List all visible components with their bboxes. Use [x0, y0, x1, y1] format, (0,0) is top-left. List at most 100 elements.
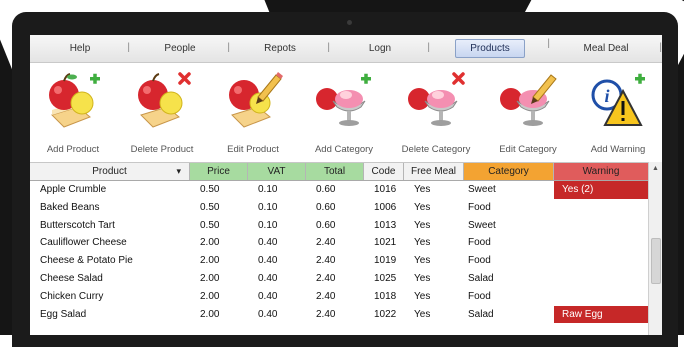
cell-product[interactable]: Cheese Salad	[30, 270, 190, 288]
cell-vat[interactable]: 0.10	[248, 217, 306, 235]
cell-code[interactable]: 1018	[364, 288, 404, 306]
menu-item-people[interactable]: People	[130, 42, 230, 54]
cell-free-meal[interactable]: Yes	[404, 217, 464, 235]
column-header-price[interactable]: Price	[190, 163, 248, 180]
cell-warning[interactable]	[554, 270, 649, 288]
table-row[interactable]	[30, 323, 662, 335]
cell-code[interactable]: 1016	[364, 181, 404, 199]
menu-item-meal-deal[interactable]: Meal Deal	[550, 42, 662, 54]
cell-total[interactable]: 0.60	[306, 199, 364, 217]
cell-total[interactable]: 2.40	[306, 306, 364, 324]
cell-free-meal[interactable]: Yes	[404, 181, 464, 199]
cell-total[interactable]: 2.40	[306, 234, 364, 252]
menu-item-help[interactable]: Help	[30, 42, 130, 54]
cell-code[interactable]: 1022	[364, 306, 404, 324]
column-header-category[interactable]: Category	[464, 163, 554, 180]
column-header-free-meal[interactable]: Free Meal	[404, 163, 464, 180]
cell-category[interactable]: Salad	[464, 306, 554, 324]
cell-code[interactable]	[364, 323, 404, 335]
scroll-up-arrow-icon[interactable]: ▲	[649, 162, 662, 175]
add-category-button[interactable]: Add Category	[298, 63, 390, 161]
cell-product[interactable]: Apple Crumble	[30, 181, 190, 199]
cell-price[interactable]: 2.00	[190, 270, 248, 288]
cell-total[interactable]: 2.40	[306, 252, 364, 270]
cell-category[interactable]: Food	[464, 288, 554, 306]
cell-category[interactable]: Food	[464, 252, 554, 270]
table-row[interactable]: Cheese Salad 2.00 0.40 2.40 1025 Yes Salad	[30, 270, 662, 288]
cell-warning[interactable]: Raw Egg	[554, 305, 649, 324]
column-header-vat[interactable]: VAT	[248, 163, 306, 180]
table-row[interactable]: Butterscotch Tart 0.50 0.10 0.60 1013 Yes Swee…	[30, 217, 662, 235]
cell-warning[interactable]	[554, 234, 649, 252]
column-header-code[interactable]: Code	[364, 163, 404, 180]
cell-vat[interactable]: 0.40	[248, 252, 306, 270]
table-row[interactable]: Egg Salad 2.00 0.40 2.40 1022 Yes Salad Raw Egg	[30, 305, 662, 324]
cell-warning[interactable]	[554, 323, 649, 335]
cell-code[interactable]: 1006	[364, 199, 404, 217]
cell-vat[interactable]: 0.40	[248, 270, 306, 288]
scrollbar-thumb[interactable]	[651, 238, 661, 284]
cell-total[interactable]: 2.40	[306, 270, 364, 288]
cell-free-meal[interactable]: Yes	[404, 288, 464, 306]
cell-warning[interactable]	[554, 288, 649, 306]
menu-item-reports[interactable]: Repots	[230, 42, 330, 54]
cell-warning[interactable]	[554, 217, 649, 235]
cell-price[interactable]: 0.50	[190, 181, 248, 199]
cell-free-meal[interactable]: Yes	[404, 234, 464, 252]
table-row[interactable]: Chicken Curry 2.00 0.40 2.40 1018 Yes Food	[30, 288, 662, 306]
cell-free-meal[interactable]: Yes	[404, 306, 464, 324]
cell-price[interactable]	[190, 323, 248, 335]
cell-code[interactable]: 1013	[364, 217, 404, 235]
cell-price[interactable]: 2.00	[190, 234, 248, 252]
menu-item-login[interactable]: Logn	[330, 42, 430, 54]
table-row[interactable]: Cauliflower Cheese 2.00 0.40 2.40 1021 Yes Foo…	[30, 234, 662, 252]
cell-price[interactable]: 2.00	[190, 252, 248, 270]
cell-vat[interactable]: 0.40	[248, 234, 306, 252]
cell-price[interactable]: 2.00	[190, 306, 248, 324]
table-row[interactable]: Apple Crumble 0.50 0.10 0.60 1016 Yes Sweet Yes…	[30, 181, 662, 199]
table-row[interactable]: Cheese & Potato Pie 2.00 0.40 2.40 1019 Yes Fo…	[30, 252, 662, 270]
cell-code[interactable]: 1025	[364, 270, 404, 288]
delete-category-button[interactable]: Delete Category	[390, 63, 482, 161]
cell-warning[interactable]: Yes (2)	[554, 181, 649, 199]
cell-price[interactable]: 2.00	[190, 288, 248, 306]
add-product-button[interactable]: Add Product	[30, 63, 116, 161]
cell-total[interactable]: 0.60	[306, 181, 364, 199]
vertical-scrollbar[interactable]: ▲	[648, 162, 662, 335]
cell-product[interactable]: Butterscotch Tart	[30, 217, 190, 235]
cell-total[interactable]	[306, 323, 364, 335]
add-warning-button[interactable]: i Add Warning	[574, 63, 662, 161]
cell-total[interactable]: 2.40	[306, 288, 364, 306]
edit-category-button[interactable]: Edit Category	[482, 63, 574, 161]
cell-category[interactable]: Food	[464, 199, 554, 217]
cell-vat[interactable]: 0.10	[248, 199, 306, 217]
cell-product[interactable]: Egg Salad	[30, 306, 190, 324]
cell-category[interactable]: Salad	[464, 270, 554, 288]
cell-free-meal[interactable]: Yes	[404, 252, 464, 270]
table-row[interactable]: Baked Beans 0.50 0.10 0.60 1006 Yes Food	[30, 199, 662, 217]
cell-vat[interactable]: 0.10	[248, 181, 306, 199]
column-header-warning[interactable]: Warning	[554, 163, 649, 180]
cell-free-meal[interactable]: Yes	[404, 199, 464, 217]
cell-vat[interactable]: 0.40	[248, 306, 306, 324]
cell-category[interactable]: Sweet	[464, 217, 554, 235]
cell-price[interactable]: 0.50	[190, 217, 248, 235]
column-header-total[interactable]: Total	[306, 163, 364, 180]
cell-vat[interactable]: 0.40	[248, 288, 306, 306]
cell-product[interactable]: Cauliflower Cheese	[30, 234, 190, 252]
cell-product[interactable]: Chicken Curry	[30, 288, 190, 306]
cell-price[interactable]: 0.50	[190, 199, 248, 217]
dropdown-arrow-icon[interactable]: ▾	[176, 163, 181, 180]
cell-total[interactable]: 0.60	[306, 217, 364, 235]
cell-category[interactable]	[464, 323, 554, 335]
cell-product[interactable]	[30, 323, 190, 335]
cell-category[interactable]: Food	[464, 234, 554, 252]
edit-product-button[interactable]: Edit Product	[208, 63, 298, 161]
cell-code[interactable]: 1019	[364, 252, 404, 270]
delete-product-button[interactable]: Delete Product	[116, 63, 208, 161]
cell-product[interactable]: Baked Beans	[30, 199, 190, 217]
cell-warning[interactable]	[554, 252, 649, 270]
column-header-product[interactable]: Product ▾	[30, 163, 190, 180]
cell-free-meal[interactable]	[404, 323, 464, 335]
cell-category[interactable]: Sweet	[464, 181, 554, 199]
